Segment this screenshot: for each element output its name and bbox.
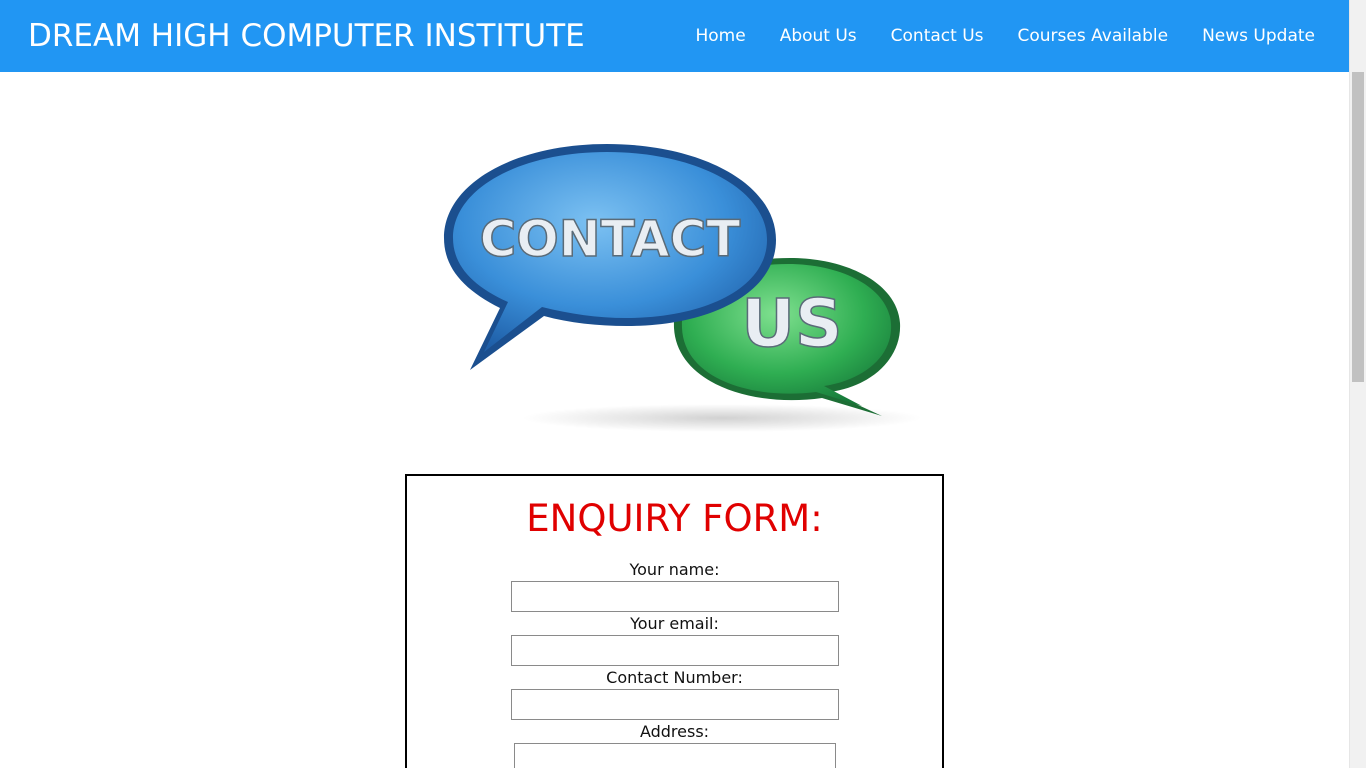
contact-bubble-text: CONTACT [480,210,741,268]
your-email-input[interactable] [511,635,839,666]
scrollbar-thumb[interactable] [1352,72,1364,382]
your-email-label: Your email: [630,614,719,633]
address-label: Address: [639,722,710,741]
contact-number-label: Contact Number: [606,668,743,687]
nav-news-update-link[interactable]: News Update [1185,26,1332,46]
your-name-label: Your name: [629,560,720,579]
enquiry-form-box: ENQUIRY FORM: Your name: Your email: Con… [405,474,944,768]
nav-courses-available-link[interactable]: Courses Available [1001,26,1186,46]
top-navbar: DREAM HIGH COMPUTER INSTITUTE Home About… [0,0,1349,72]
nav-home-link[interactable]: Home [678,26,762,46]
contact-us-image: US CONTACT [392,118,952,438]
nav-about-us-link[interactable]: About Us [763,26,874,46]
page: DREAM HIGH COMPUTER INSTITUTE Home About… [0,0,1366,768]
contact-number-input[interactable] [511,689,839,720]
your-name-input[interactable] [511,581,839,612]
address-textarea[interactable] [514,743,836,768]
us-bubble-text: US [741,285,842,362]
nav-contact-us-link[interactable]: Contact Us [874,26,1001,46]
page-scrollbar[interactable] [1349,0,1366,768]
site-brand[interactable]: DREAM HIGH COMPUTER INSTITUTE [28,14,585,58]
enquiry-form-title: ENQUIRY FORM: [526,497,823,540]
main-nav: Home About Us Contact Us Courses Availab… [678,0,1332,72]
contact-us-illustration: US CONTACT [444,144,922,432]
